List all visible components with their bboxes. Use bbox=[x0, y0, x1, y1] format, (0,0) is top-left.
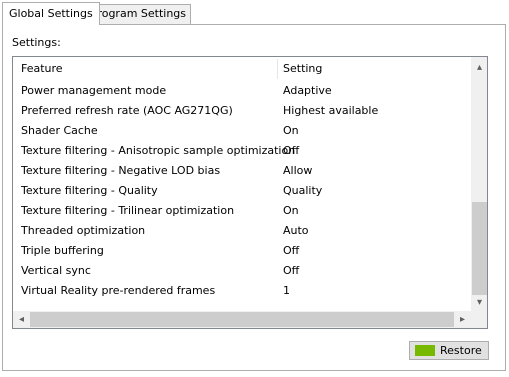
table-row[interactable]: Texture filtering - Negative LOD bias Al… bbox=[13, 161, 471, 181]
scroll-up-arrow-icon[interactable]: ▴ bbox=[471, 59, 487, 76]
column-header-setting[interactable]: Setting bbox=[275, 57, 471, 81]
table-row[interactable]: Virtual Reality pre-rendered frames 1 bbox=[13, 281, 471, 301]
tab-global-settings-label: Global Settings bbox=[9, 7, 93, 20]
table-row[interactable]: Threaded optimization Auto bbox=[13, 221, 471, 241]
feature-cell: Texture filtering - Anisotropic sample o… bbox=[21, 144, 296, 157]
nvidia-logo-icon bbox=[415, 345, 435, 356]
table-row[interactable]: Shader Cache On bbox=[13, 121, 471, 141]
feature-cell: Threaded optimization bbox=[21, 224, 146, 237]
tab-program-settings[interactable]: Program Settings bbox=[86, 4, 192, 24]
table-row[interactable]: Vertical sync Off bbox=[13, 261, 471, 281]
setting-cell: Adaptive bbox=[283, 84, 332, 97]
table-row[interactable]: Texture filtering - Anisotropic sample o… bbox=[13, 141, 471, 161]
horizontal-scrollbar-thumb[interactable] bbox=[30, 312, 454, 327]
column-header-feature-label: Feature bbox=[21, 62, 63, 75]
scroll-left-arrow-icon[interactable]: ◂ bbox=[13, 311, 30, 328]
table-row[interactable]: Texture filtering - Quality Quality bbox=[13, 181, 471, 201]
table-row[interactable]: Texture filtering - Trilinear optimizati… bbox=[13, 201, 471, 221]
setting-cell: Highest available bbox=[283, 104, 379, 117]
scroll-right-arrow-icon[interactable]: ▸ bbox=[454, 311, 471, 328]
settings-label: Settings: bbox=[12, 36, 61, 49]
setting-cell: Off bbox=[283, 144, 300, 157]
restore-button-label: Restore bbox=[440, 344, 482, 357]
setting-cell: Allow bbox=[283, 164, 313, 177]
restore-button[interactable]: Restore bbox=[409, 341, 489, 360]
feature-cell: Power management mode bbox=[21, 84, 167, 97]
tab-program-settings-label: Program Settings bbox=[91, 7, 187, 20]
setting-cell: 1 bbox=[283, 284, 290, 297]
setting-cell: Quality bbox=[283, 184, 323, 197]
scroll-down-arrow-icon[interactable]: ▾ bbox=[471, 294, 487, 311]
feature-cell: Virtual Reality pre-rendered frames bbox=[21, 284, 216, 297]
feature-cell: Vertical sync bbox=[21, 264, 91, 277]
feature-cell: Texture filtering - Trilinear optimizati… bbox=[21, 204, 235, 217]
vertical-scrollbar-thumb[interactable] bbox=[472, 202, 487, 295]
setting-cell: Auto bbox=[283, 224, 309, 237]
table-row[interactable]: Preferred refresh rate (AOC AG271QG) Hig… bbox=[13, 101, 471, 121]
setting-cell: Off bbox=[283, 264, 300, 277]
table-row[interactable]: Power management mode Adaptive bbox=[13, 81, 471, 101]
setting-cell: Off bbox=[283, 244, 300, 257]
table-row[interactable]: Triple buffering Off bbox=[13, 241, 471, 261]
feature-cell: Preferred refresh rate (AOC AG271QG) bbox=[21, 104, 233, 117]
column-header-setting-label: Setting bbox=[283, 62, 323, 75]
feature-cell: Triple buffering bbox=[21, 244, 104, 257]
tab-global-settings[interactable]: Global Settings bbox=[2, 2, 100, 25]
setting-cell: On bbox=[283, 204, 299, 217]
feature-cell: Texture filtering - Negative LOD bias bbox=[21, 164, 221, 177]
column-header-feature[interactable]: Feature bbox=[13, 57, 277, 81]
scrollbar-corner bbox=[471, 311, 487, 328]
setting-cell: On bbox=[283, 124, 299, 137]
feature-cell: Shader Cache bbox=[21, 124, 98, 137]
settings-list[interactable]: Feature Setting Power management mode Ad… bbox=[12, 56, 488, 329]
feature-cell: Texture filtering - Quality bbox=[21, 184, 158, 197]
